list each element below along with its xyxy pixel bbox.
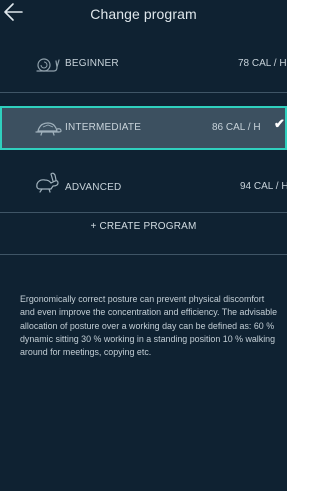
posture-info-text: Ergonomically correct posture can preven… bbox=[20, 294, 278, 358]
program-name: INTERMEDIATE bbox=[65, 122, 142, 133]
program-calories: 94 CAL / H bbox=[240, 181, 287, 192]
program-calories: 78 CAL / H bbox=[238, 58, 287, 69]
program-beginner[interactable]: BEGINNER 78 CAL / H bbox=[0, 36, 287, 93]
create-program-button[interactable]: + CREATE PROGRAM bbox=[0, 208, 287, 255]
check-icon: ✔ bbox=[274, 116, 285, 131]
program-intermediate[interactable]: INTERMEDIATE 86 CAL / H ✔ bbox=[0, 106, 287, 150]
page-title: Change program bbox=[90, 6, 197, 22]
snail-icon bbox=[34, 55, 60, 73]
rabbit-icon bbox=[34, 171, 60, 193]
screen: Change program BEGINNER 78 CAL / H INTER… bbox=[0, 0, 287, 491]
turtle-icon bbox=[34, 119, 62, 137]
header: Change program bbox=[0, 0, 287, 34]
program-name: BEGINNER bbox=[65, 58, 119, 69]
program-name: ADVANCED bbox=[65, 182, 122, 193]
program-calories: 86 CAL / H bbox=[212, 122, 261, 133]
create-program-label: + CREATE PROGRAM bbox=[90, 221, 197, 232]
program-advanced[interactable]: ADVANCED 94 CAL / H bbox=[0, 156, 287, 213]
